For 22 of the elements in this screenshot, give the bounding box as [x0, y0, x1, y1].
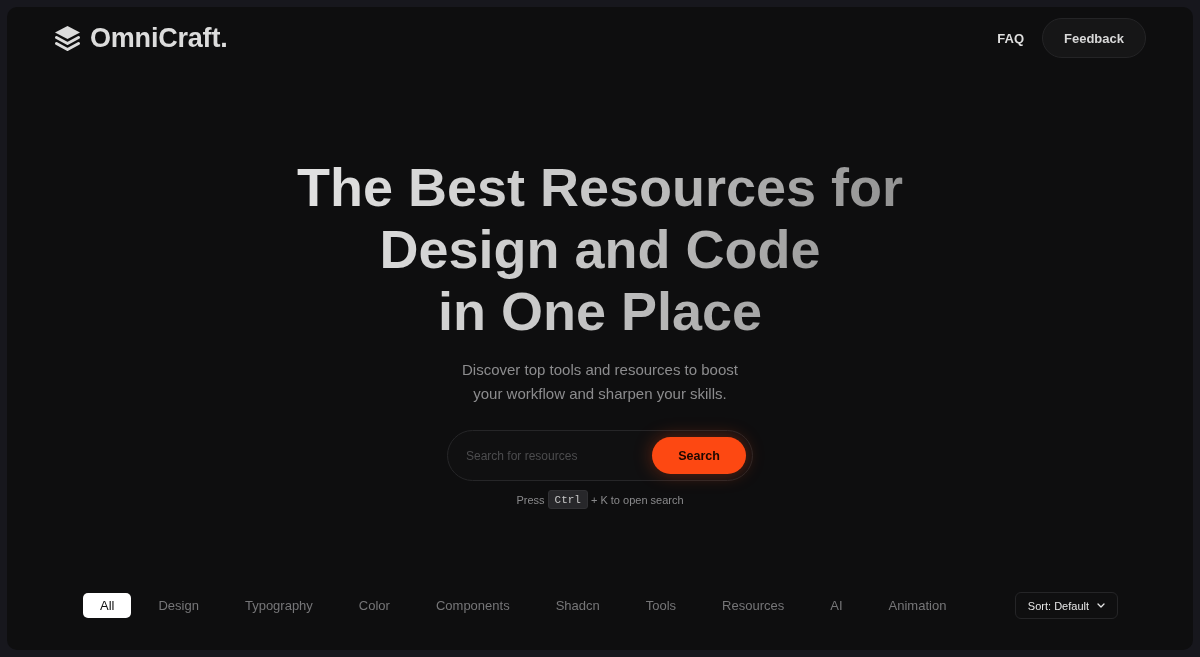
hint-text: + K to open search [590, 493, 684, 506]
filter-tab[interactable]: Animation [869, 593, 966, 618]
hint-text: Press [516, 493, 545, 506]
stacked-layers-icon [54, 24, 81, 52]
search-button[interactable]: Search [652, 437, 746, 474]
filter-tab[interactable]: Resources [703, 593, 804, 618]
filter-tab[interactable]: Design [139, 593, 218, 618]
hero-subtitle: Discover top tools and resources to boost your workflow and sharpen your skills. [462, 360, 738, 404]
nav-link[interactable]: FAQ [997, 30, 1024, 46]
filter-tab[interactable]: Components [416, 593, 529, 618]
chevron-down-icon [1097, 603, 1105, 608]
filter-tab[interactable]: Tools [626, 593, 696, 618]
filter-tab[interactable]: AI [811, 593, 862, 618]
feedback-button[interactable]: Feedback [1042, 18, 1146, 58]
filter-tab[interactable]: Typography [225, 593, 332, 618]
filter-tab[interactable]: All [83, 593, 132, 618]
brand-name: OmniCraft. [90, 22, 228, 54]
sort-dropdown[interactable]: Sort: Default [1014, 592, 1118, 619]
key-cap: Ctrl [547, 490, 588, 509]
search-field[interactable]: Search for resources Search [447, 430, 753, 481]
filter-tab[interactable]: Shadcn [536, 593, 619, 618]
filter-tab[interactable]: Color [339, 593, 409, 618]
